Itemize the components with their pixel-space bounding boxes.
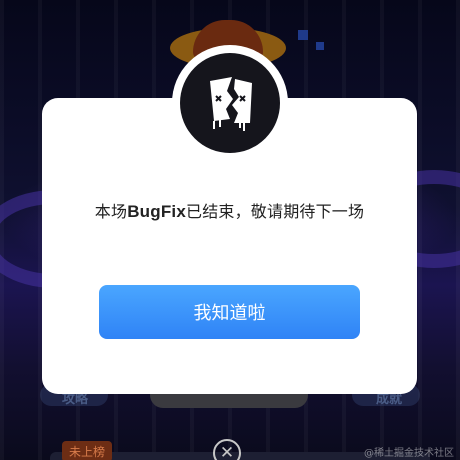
watermark: @稀土掘金技术社区 xyxy=(364,448,454,459)
message-prefix: 本场 xyxy=(94,202,128,221)
pixel-decoration xyxy=(316,42,324,50)
message-suffix: 已结束，敬请期待下一场 xyxy=(186,202,365,221)
message-brand: BugFix xyxy=(127,202,186,221)
pixel-decoration xyxy=(298,30,308,40)
close-circle-icon[interactable]: ✕ xyxy=(213,439,241,460)
broken-paper-icon xyxy=(180,53,280,153)
dialog-message: 本场BugFix已结束，敬请期待下一场 xyxy=(42,198,417,222)
rank-badge: 未上榜 xyxy=(62,441,113,460)
confirm-button[interactable]: 我知道啦 xyxy=(99,285,360,339)
